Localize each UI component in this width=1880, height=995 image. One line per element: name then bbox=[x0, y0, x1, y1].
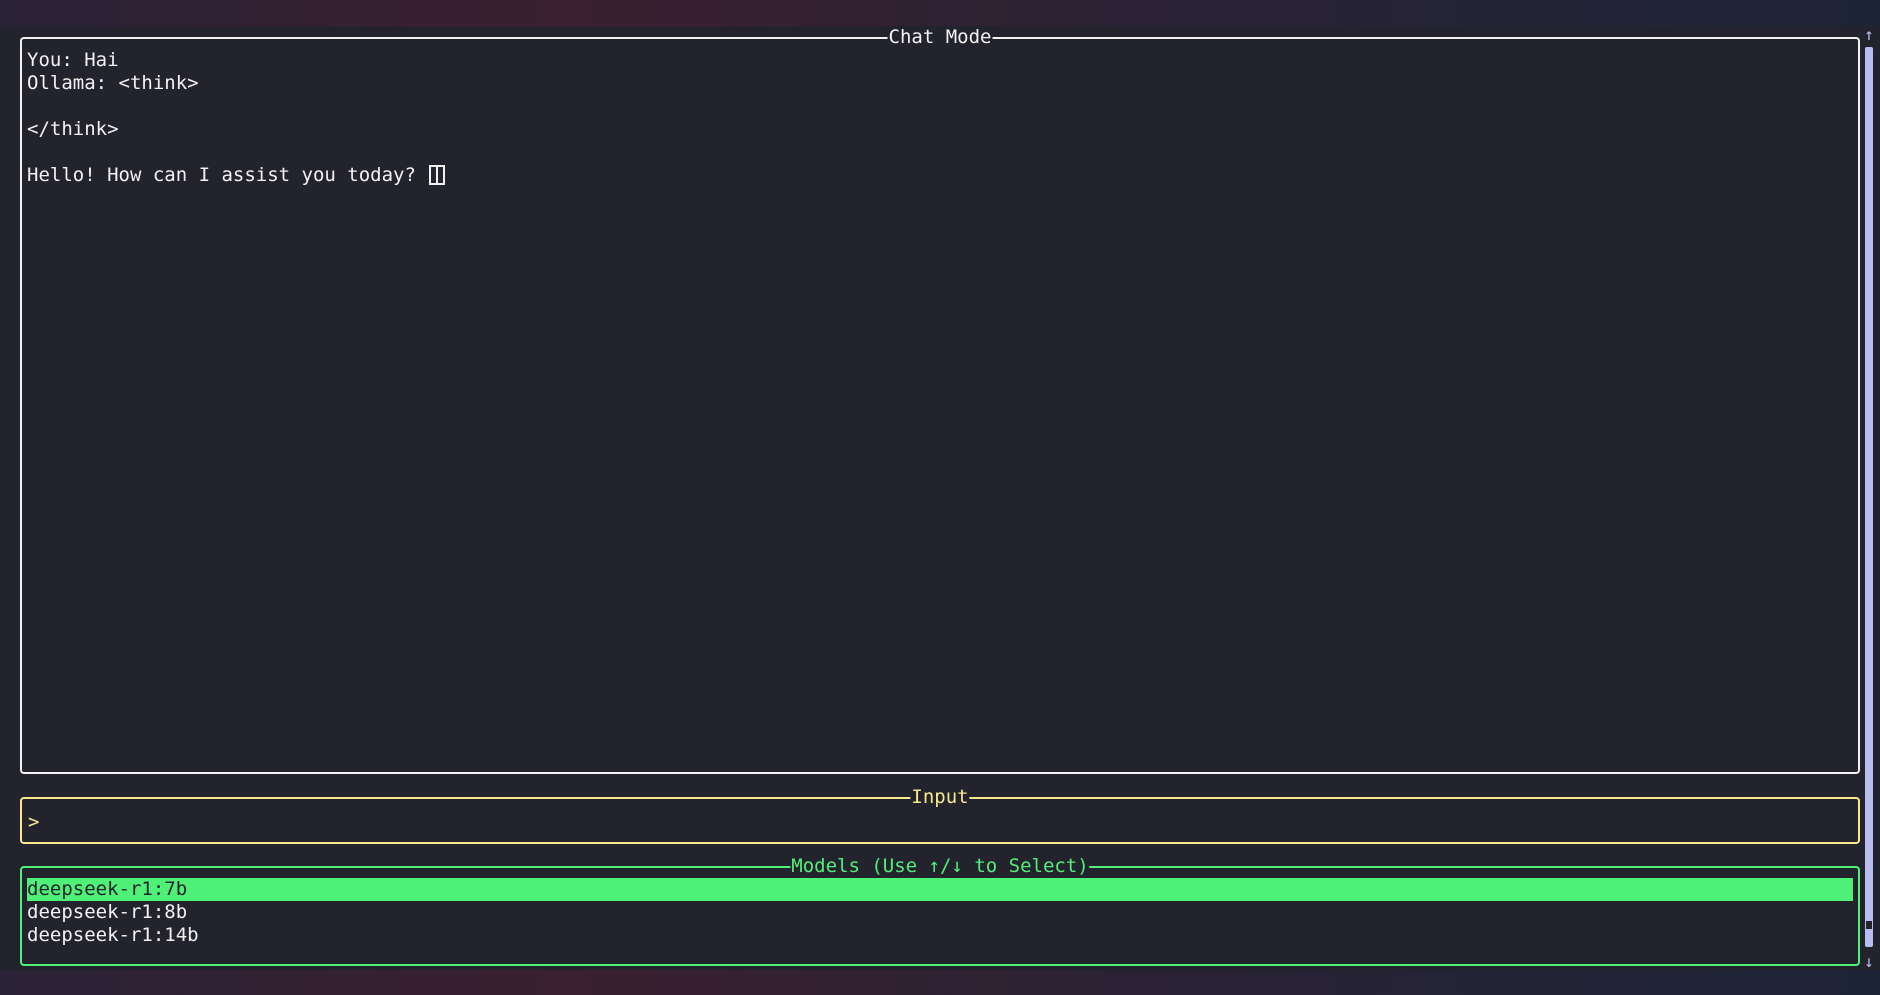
text-cursor bbox=[429, 165, 446, 185]
models-panel: Models (Use ↑/↓ to Select) deepseek-r1:7… bbox=[20, 855, 1860, 966]
scrollbar-thumb[interactable] bbox=[1865, 47, 1873, 947]
arrow-down-icon[interactable]: ↓ bbox=[1862, 954, 1876, 970]
chat-line-blank bbox=[27, 141, 445, 164]
models-panel-title: Models (Use ↑/↓ to Select) bbox=[790, 855, 1090, 877]
input-panel[interactable]: Input > bbox=[20, 786, 1860, 844]
chat-line-reply: Hello! How can I assist you today? bbox=[27, 164, 446, 187]
input-field[interactable]: > bbox=[28, 811, 39, 834]
scrollbar-notch bbox=[1866, 921, 1872, 929]
arrow-up-icon[interactable]: ↑ bbox=[1862, 27, 1876, 43]
chat-line-assistant: Ollama: <think> bbox=[27, 72, 199, 94]
input-prompt: > bbox=[28, 811, 40, 833]
chat-transcript: You: Hai Ollama: <think> </think> Hello!… bbox=[27, 49, 446, 187]
chat-reply-text: Hello! How can I assist you today? bbox=[27, 164, 428, 186]
chat-line-blank bbox=[27, 95, 445, 118]
chat-line-think-close: </think> bbox=[27, 118, 119, 140]
model-item[interactable]: deepseek-r1:8b bbox=[27, 901, 1853, 924]
input-panel-title: Input bbox=[910, 786, 970, 808]
model-item-selected[interactable]: deepseek-r1:7b bbox=[27, 878, 1853, 901]
chat-line-user: You: Hai bbox=[27, 49, 119, 71]
scrollbar[interactable]: ↑ ↓ bbox=[1862, 27, 1876, 970]
model-item[interactable]: deepseek-r1:14b bbox=[27, 924, 1853, 947]
model-list: deepseek-r1:7b deepseek-r1:8b deepseek-r… bbox=[27, 878, 1853, 947]
chat-panel: Chat Mode You: Hai Ollama: <think> </thi… bbox=[20, 26, 1860, 774]
chat-panel-title: Chat Mode bbox=[887, 26, 993, 48]
terminal-window: Chat Mode You: Hai Ollama: <think> </thi… bbox=[0, 26, 1880, 970]
